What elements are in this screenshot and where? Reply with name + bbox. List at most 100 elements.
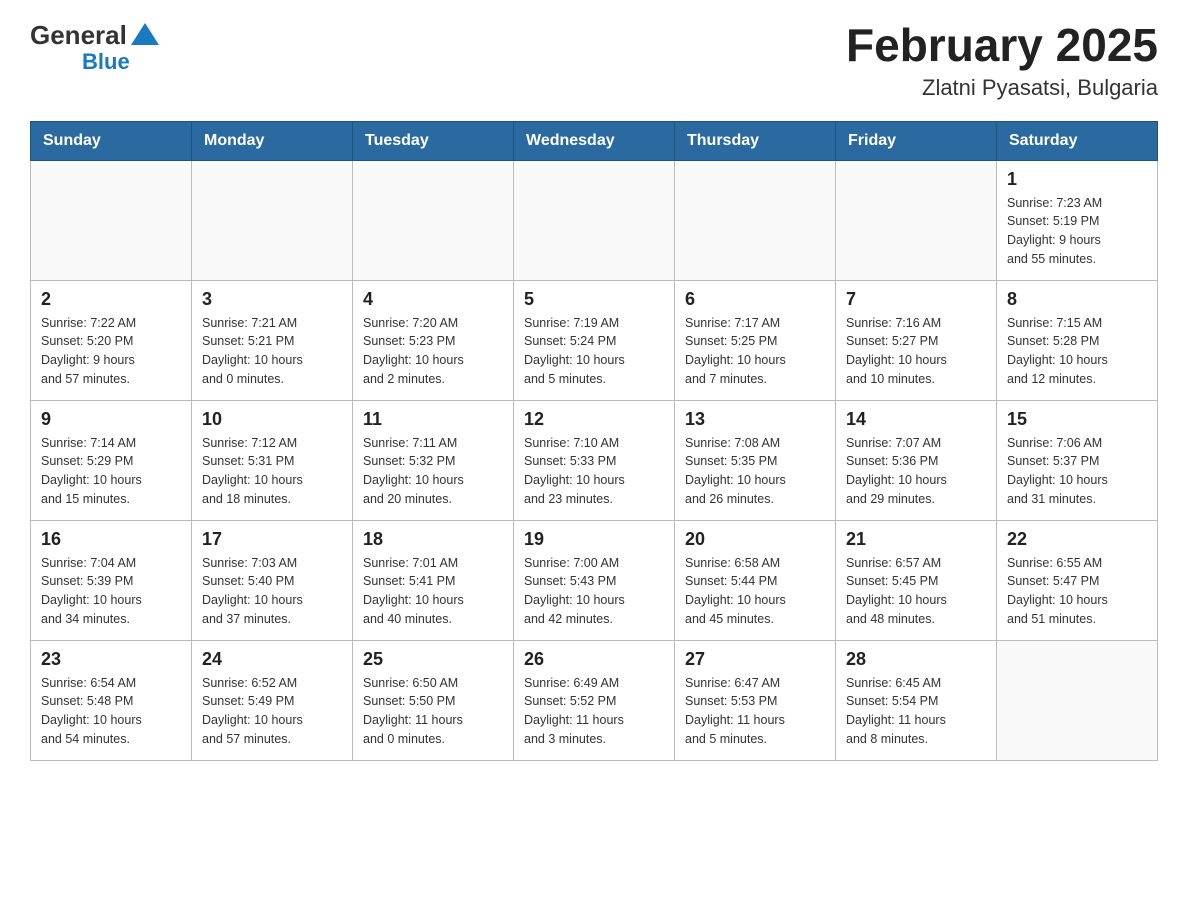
day-cell [836,160,997,280]
day-number: 14 [846,409,986,430]
day-number: 1 [1007,169,1147,190]
day-info: Sunrise: 7:01 AM Sunset: 5:41 PM Dayligh… [363,556,464,626]
day-info: Sunrise: 7:14 AM Sunset: 5:29 PM Dayligh… [41,436,142,506]
logo-general-text: General [30,20,127,51]
day-number: 27 [685,649,825,670]
day-info: Sunrise: 7:07 AM Sunset: 5:36 PM Dayligh… [846,436,947,506]
day-number: 3 [202,289,342,310]
day-number: 20 [685,529,825,550]
day-cell: 26 Sunrise: 6:49 AM Sunset: 5:52 PM Dayli… [514,640,675,760]
day-info: Sunrise: 7:22 AM Sunset: 5:20 PM Dayligh… [41,316,136,386]
day-number: 19 [524,529,664,550]
day-number: 17 [202,529,342,550]
day-info: Sunrise: 7:04 AM Sunset: 5:39 PM Dayligh… [41,556,142,626]
day-number: 5 [524,289,664,310]
day-cell: 5 Sunrise: 7:19 AM Sunset: 5:24 PM Daylig… [514,280,675,400]
day-cell: 11Sunrise: 7:11 AM Sunset: 5:32 PM Dayli… [353,400,514,520]
day-number: 6 [685,289,825,310]
day-info: Sunrise: 6:54 AM Sunset: 5:48 PM Dayligh… [41,676,142,746]
day-cell [514,160,675,280]
day-number: 22 [1007,529,1147,550]
day-info: Sunrise: 7:03 AM Sunset: 5:40 PM Dayligh… [202,556,303,626]
day-number: 9 [41,409,181,430]
day-cell: 25Sunrise: 6:50 AM Sunset: 5:50 PM Dayli… [353,640,514,760]
day-info: Sunrise: 6:50 AM Sunset: 5:50 PM Dayligh… [363,676,463,746]
day-number: 23 [41,649,181,670]
header-friday: Friday [836,121,997,160]
day-info: Sunrise: 7:00 AM Sunset: 5:43 PM Dayligh… [524,556,625,626]
day-info: Sunrise: 6:57 AM Sunset: 5:45 PM Dayligh… [846,556,947,626]
day-info: Sunrise: 7:23 AM Sunset: 5:19 PM Dayligh… [1007,196,1102,266]
day-info: Sunrise: 7:15 AM Sunset: 5:28 PM Dayligh… [1007,316,1108,386]
day-number: 16 [41,529,181,550]
day-cell: 17 Sunrise: 7:03 AM Sunset: 5:40 PM Dayli… [192,520,353,640]
day-cell: 12Sunrise: 7:10 AM Sunset: 5:33 PM Dayli… [514,400,675,520]
title-block: February 2025 Zlatni Pyasatsi, Bulgaria [846,20,1158,101]
day-cell: 16 Sunrise: 7:04 AM Sunset: 5:39 PM Dayli… [31,520,192,640]
day-info: Sunrise: 7:20 AM Sunset: 5:23 PM Dayligh… [363,316,464,386]
day-info: Sunrise: 7:12 AM Sunset: 5:31 PM Dayligh… [202,436,303,506]
day-cell: 13 Sunrise: 7:08 AM Sunset: 5:35 PM Dayli… [675,400,836,520]
page-header: General Blue February 2025 Zlatni Pyasat… [30,20,1158,101]
day-cell: 4 Sunrise: 7:20 AM Sunset: 5:23 PM Daylig… [353,280,514,400]
day-number: 7 [846,289,986,310]
weekday-header-row: Sunday Monday Tuesday Wednesday Thursday… [31,121,1158,160]
day-info: Sunrise: 6:47 AM Sunset: 5:53 PM Dayligh… [685,676,785,746]
day-info: Sunrise: 7:11 AM Sunset: 5:32 PM Dayligh… [363,436,464,506]
week-row-1: 1 Sunrise: 7:23 AM Sunset: 5:19 PM Daylig… [31,160,1158,280]
day-cell [353,160,514,280]
day-info: Sunrise: 7:08 AM Sunset: 5:35 PM Dayligh… [685,436,786,506]
day-cell: 10 Sunrise: 7:12 AM Sunset: 5:31 PM Dayli… [192,400,353,520]
week-row-4: 16 Sunrise: 7:04 AM Sunset: 5:39 PM Dayli… [31,520,1158,640]
day-cell: 27 Sunrise: 6:47 AM Sunset: 5:53 PM Dayli… [675,640,836,760]
day-cell: 1 Sunrise: 7:23 AM Sunset: 5:19 PM Daylig… [997,160,1158,280]
day-number: 24 [202,649,342,670]
calendar-table: Sunday Monday Tuesday Wednesday Thursday… [30,121,1158,761]
day-info: Sunrise: 7:06 AM Sunset: 5:37 PM Dayligh… [1007,436,1108,506]
header-wednesday: Wednesday [514,121,675,160]
day-number: 2 [41,289,181,310]
logo-triangle-icon [131,23,159,45]
day-number: 26 [524,649,664,670]
day-cell: 15 Sunrise: 7:06 AM Sunset: 5:37 PM Dayli… [997,400,1158,520]
day-info: Sunrise: 6:58 AM Sunset: 5:44 PM Dayligh… [685,556,786,626]
day-info: Sunrise: 7:17 AM Sunset: 5:25 PM Dayligh… [685,316,786,386]
day-cell: 2 Sunrise: 7:22 AM Sunset: 5:20 PM Daylig… [31,280,192,400]
day-cell: 3 Sunrise: 7:21 AM Sunset: 5:21 PM Daylig… [192,280,353,400]
day-number: 15 [1007,409,1147,430]
day-cell: 23 Sunrise: 6:54 AM Sunset: 5:48 PM Dayli… [31,640,192,760]
day-cell: 21 Sunrise: 6:57 AM Sunset: 5:45 PM Dayli… [836,520,997,640]
day-number: 10 [202,409,342,430]
day-cell: 22 Sunrise: 6:55 AM Sunset: 5:47 PM Dayli… [997,520,1158,640]
day-cell: 14 Sunrise: 7:07 AM Sunset: 5:36 PM Dayli… [836,400,997,520]
day-cell [997,640,1158,760]
logo: General Blue [30,20,163,75]
header-sunday: Sunday [31,121,192,160]
day-number: 12 [524,409,664,430]
week-row-3: 9 Sunrise: 7:14 AM Sunset: 5:29 PM Daylig… [31,400,1158,520]
day-info: Sunrise: 6:52 AM Sunset: 5:49 PM Dayligh… [202,676,303,746]
day-info: Sunrise: 7:16 AM Sunset: 5:27 PM Dayligh… [846,316,947,386]
day-number: 28 [846,649,986,670]
day-cell: 28Sunrise: 6:45 AM Sunset: 5:54 PM Dayli… [836,640,997,760]
calendar-title: February 2025 [846,20,1158,71]
day-info: Sunrise: 7:21 AM Sunset: 5:21 PM Dayligh… [202,316,303,386]
day-info: Sunrise: 6:55 AM Sunset: 5:47 PM Dayligh… [1007,556,1108,626]
day-number: 18 [363,529,503,550]
day-number: 13 [685,409,825,430]
header-monday: Monday [192,121,353,160]
day-number: 8 [1007,289,1147,310]
header-saturday: Saturday [997,121,1158,160]
day-cell: 18 Sunrise: 7:01 AM Sunset: 5:41 PM Dayli… [353,520,514,640]
header-tuesday: Tuesday [353,121,514,160]
day-info: Sunrise: 6:49 AM Sunset: 5:52 PM Dayligh… [524,676,624,746]
day-number: 21 [846,529,986,550]
day-cell: 9 Sunrise: 7:14 AM Sunset: 5:29 PM Daylig… [31,400,192,520]
day-cell [31,160,192,280]
day-cell: 7 Sunrise: 7:16 AM Sunset: 5:27 PM Daylig… [836,280,997,400]
day-cell: 20 Sunrise: 6:58 AM Sunset: 5:44 PM Dayli… [675,520,836,640]
day-number: 4 [363,289,503,310]
week-row-2: 2 Sunrise: 7:22 AM Sunset: 5:20 PM Daylig… [31,280,1158,400]
day-cell: 6 Sunrise: 7:17 AM Sunset: 5:25 PM Daylig… [675,280,836,400]
day-info: Sunrise: 7:19 AM Sunset: 5:24 PM Dayligh… [524,316,625,386]
